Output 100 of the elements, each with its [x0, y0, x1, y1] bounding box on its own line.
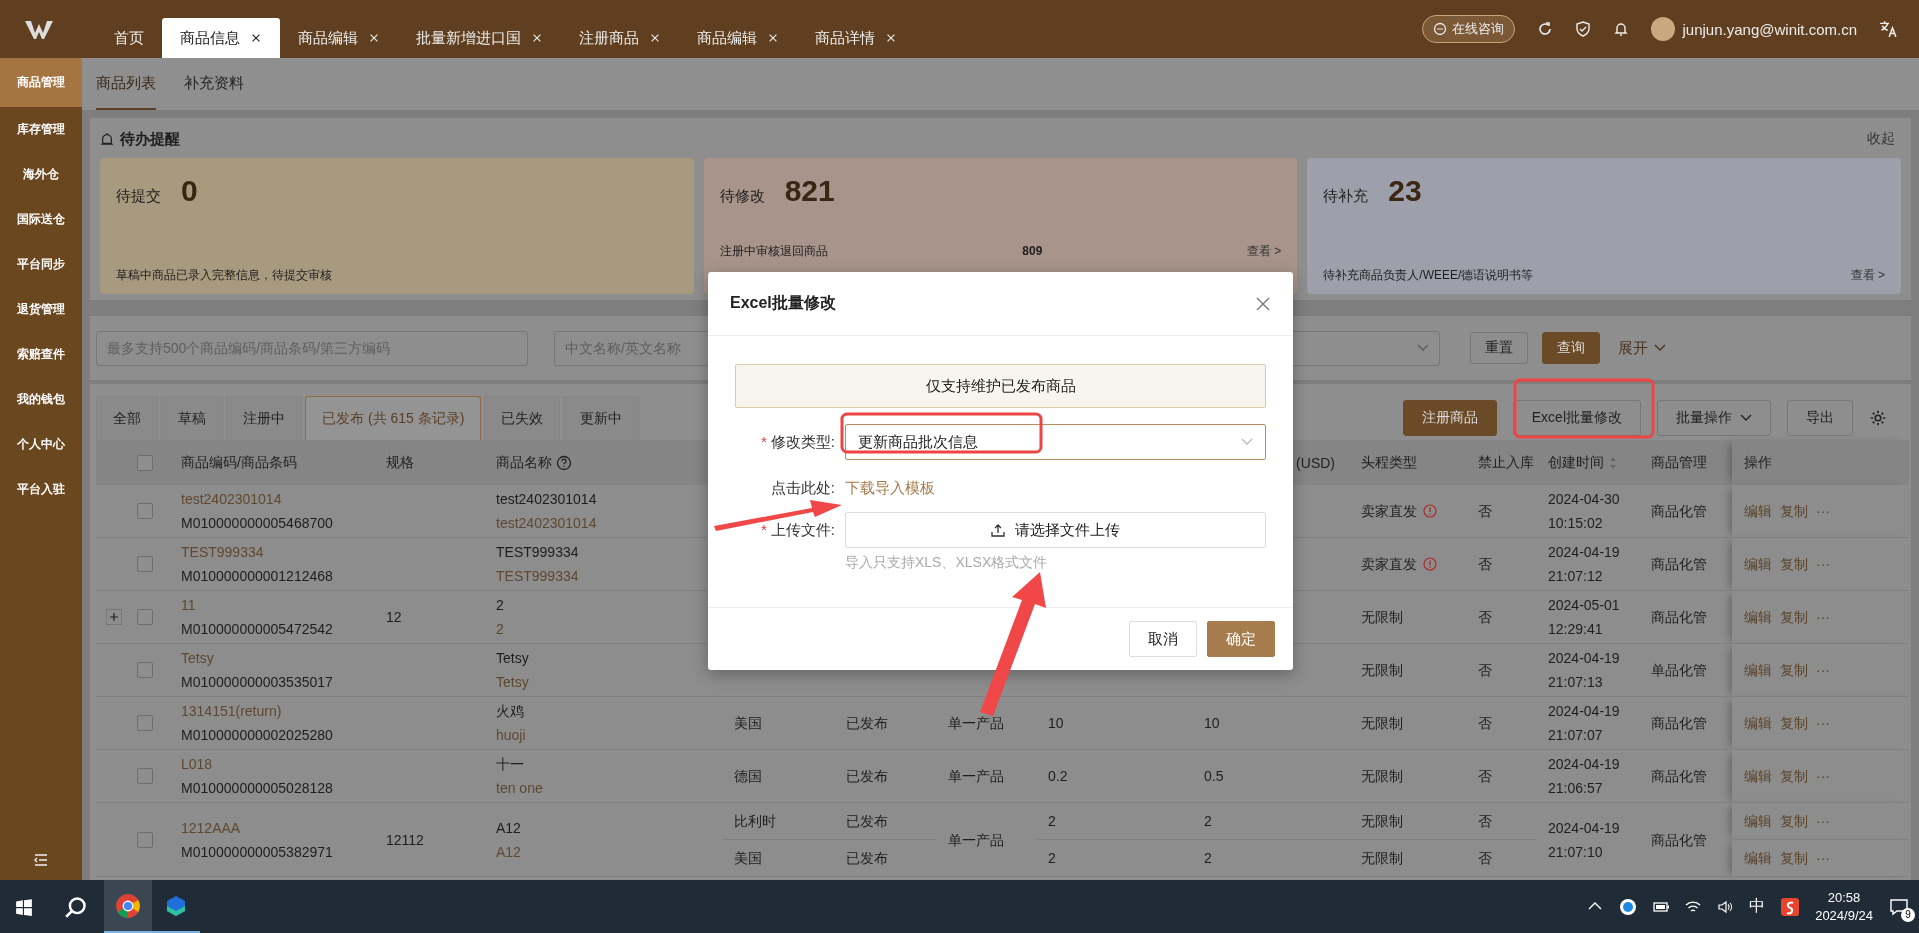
upload-button[interactable]: 请选择文件上传	[845, 512, 1266, 548]
action-link[interactable]: 编辑	[1744, 609, 1772, 627]
checkbox[interactable]	[137, 609, 153, 625]
checkbox[interactable]	[137, 768, 153, 784]
sidebar-item[interactable]: 商品管理	[0, 58, 82, 107]
search-button[interactable]: 查询	[1542, 332, 1600, 364]
sidebar-item[interactable]: 我的钱包	[0, 377, 82, 422]
user-email[interactable]: junjun.yang@winit.com.cn	[1682, 20, 1857, 38]
taskbar-app[interactable]	[104, 880, 152, 933]
action-link[interactable]: 复制	[1780, 813, 1808, 831]
clock-time[interactable]: 20:58	[1827, 888, 1861, 907]
status-tab[interactable]: 草稿	[161, 396, 223, 440]
action-link[interactable]: 复制	[1780, 503, 1808, 521]
consult-button[interactable]: 在线咨询	[1421, 15, 1515, 43]
action-link[interactable]: ···	[1816, 715, 1830, 731]
action-link[interactable]: ···	[1816, 609, 1830, 625]
action-link[interactable]: ···	[1816, 850, 1830, 866]
value-cell: 0.5	[1204, 768, 1224, 784]
action-link[interactable]: ···	[1816, 556, 1830, 572]
type-select[interactable]: 更新商品批次信息	[845, 424, 1266, 460]
checkbox[interactable]	[137, 454, 153, 471]
cancel-button[interactable]: 取消	[1129, 621, 1197, 657]
expand-button[interactable]: 展开	[1612, 337, 1672, 359]
reset-button[interactable]: 重置	[1470, 332, 1528, 364]
sidebar-item[interactable]: 平台入驻	[0, 467, 82, 512]
action-link[interactable]: ···	[1816, 768, 1830, 784]
action-link[interactable]: 编辑	[1744, 850, 1772, 868]
checkbox[interactable]	[137, 831, 153, 848]
page-tab[interactable]: 商品详情	[797, 18, 915, 58]
sidebar-item[interactable]: 平台同步	[0, 242, 82, 287]
action-link[interactable]: 编辑	[1744, 813, 1772, 831]
view-link[interactable]: 查看 >	[1246, 242, 1282, 260]
action-link[interactable]: ···	[1816, 503, 1830, 519]
status-tab[interactable]: 全部	[96, 396, 158, 440]
action-link[interactable]: ···	[1816, 813, 1830, 829]
card-description: 注册中审核退回商品	[719, 242, 828, 260]
banned-cell: 否	[1478, 813, 1492, 829]
value-cell: 2	[1204, 813, 1212, 829]
created-time: 21:06:57	[1548, 780, 1603, 796]
register-button[interactable]: 注册商品	[1402, 400, 1497, 436]
status-tab[interactable]: 已失效	[484, 396, 561, 440]
collapse-link[interactable]: 收起	[1861, 129, 1901, 149]
action-link[interactable]: 复制	[1780, 556, 1808, 574]
page-tab[interactable]: 商品编辑	[280, 18, 398, 58]
action-link[interactable]: 编辑	[1744, 503, 1772, 521]
action-link[interactable]: 编辑	[1744, 768, 1772, 786]
page-tab[interactable]: 注册商品	[561, 18, 679, 58]
page-tab[interactable]: 商品编辑	[679, 18, 797, 58]
status-cell: 已发布	[846, 813, 888, 829]
checkbox[interactable]	[137, 715, 153, 731]
action-link[interactable]: 编辑	[1744, 556, 1772, 574]
checkbox[interactable]	[137, 503, 153, 519]
sidebar-item[interactable]: 退货管理	[0, 287, 82, 332]
clock-date[interactable]: 2024/9/24	[1815, 906, 1873, 925]
checkbox[interactable]	[137, 662, 153, 678]
status-tab[interactable]: 更新中	[563, 396, 640, 440]
status-tab[interactable]: 注册中	[226, 396, 302, 440]
barcode-text: M010000000001212468	[181, 568, 333, 584]
toolbar-button[interactable]: Excel批量修改	[1512, 400, 1641, 436]
management-cell: 商品化管	[1651, 503, 1707, 519]
notification-icon	[1889, 896, 1909, 917]
action-link[interactable]: 复制	[1780, 715, 1808, 733]
page-tab[interactable]: 首页	[96, 18, 162, 58]
confirm-button[interactable]: 确定	[1207, 621, 1275, 657]
management-cell: 商品化管	[1651, 609, 1707, 625]
sub-tab[interactable]: 商品列表	[96, 58, 156, 110]
download-template-link[interactable]: 下载导入模板	[845, 470, 935, 506]
action-link[interactable]: 复制	[1780, 662, 1808, 680]
sidebar-item[interactable]: 个人中心	[0, 422, 82, 467]
input-method-indicator[interactable]: 中	[1749, 896, 1766, 917]
column-header: 商品编码/商品条码	[181, 453, 297, 470]
checkbox[interactable]	[137, 556, 153, 572]
page-tab[interactable]: 商品信息	[162, 18, 280, 58]
refresh-icon	[1536, 21, 1553, 37]
avatar-icon[interactable]	[1650, 17, 1675, 41]
column-header: 商品名称	[496, 453, 552, 472]
batch-dropdown-button[interactable]: 批量操作	[1657, 400, 1771, 436]
action-link[interactable]: 编辑	[1744, 662, 1772, 680]
chevron-down-icon	[1417, 344, 1429, 352]
action-link[interactable]: ···	[1816, 662, 1830, 678]
created-time: 21:07:13	[1548, 674, 1603, 690]
view-link[interactable]: 查看 >	[1850, 266, 1885, 284]
barcode-text: M010000000005028128	[181, 780, 333, 796]
status-tab[interactable]: 已发布 (共 615 条记录)	[305, 396, 482, 440]
sidebar-item[interactable]: 海外仓	[0, 152, 82, 197]
action-link[interactable]: 编辑	[1744, 715, 1772, 733]
page-tab[interactable]: 批量新增进口国	[398, 18, 561, 58]
sidebar-item[interactable]: 国际送仓	[0, 197, 82, 242]
action-link[interactable]: 复制	[1780, 768, 1808, 786]
action-link[interactable]: 复制	[1780, 609, 1808, 627]
sidebar-item[interactable]: 库存管理	[0, 107, 82, 152]
toolbar-button[interactable]: 导出	[1787, 400, 1853, 436]
sidebar-item[interactable]: 索赔查件	[0, 332, 82, 377]
expand-row-button[interactable]	[106, 609, 122, 625]
created-time: 21:07:12	[1548, 568, 1603, 584]
sub-tab[interactable]: 补充资料	[184, 58, 244, 110]
action-link[interactable]: 复制	[1780, 850, 1808, 868]
product-name: A12	[496, 819, 521, 836]
created-date: 2024-05-01	[1548, 597, 1620, 613]
close-button[interactable]	[1255, 295, 1271, 312]
